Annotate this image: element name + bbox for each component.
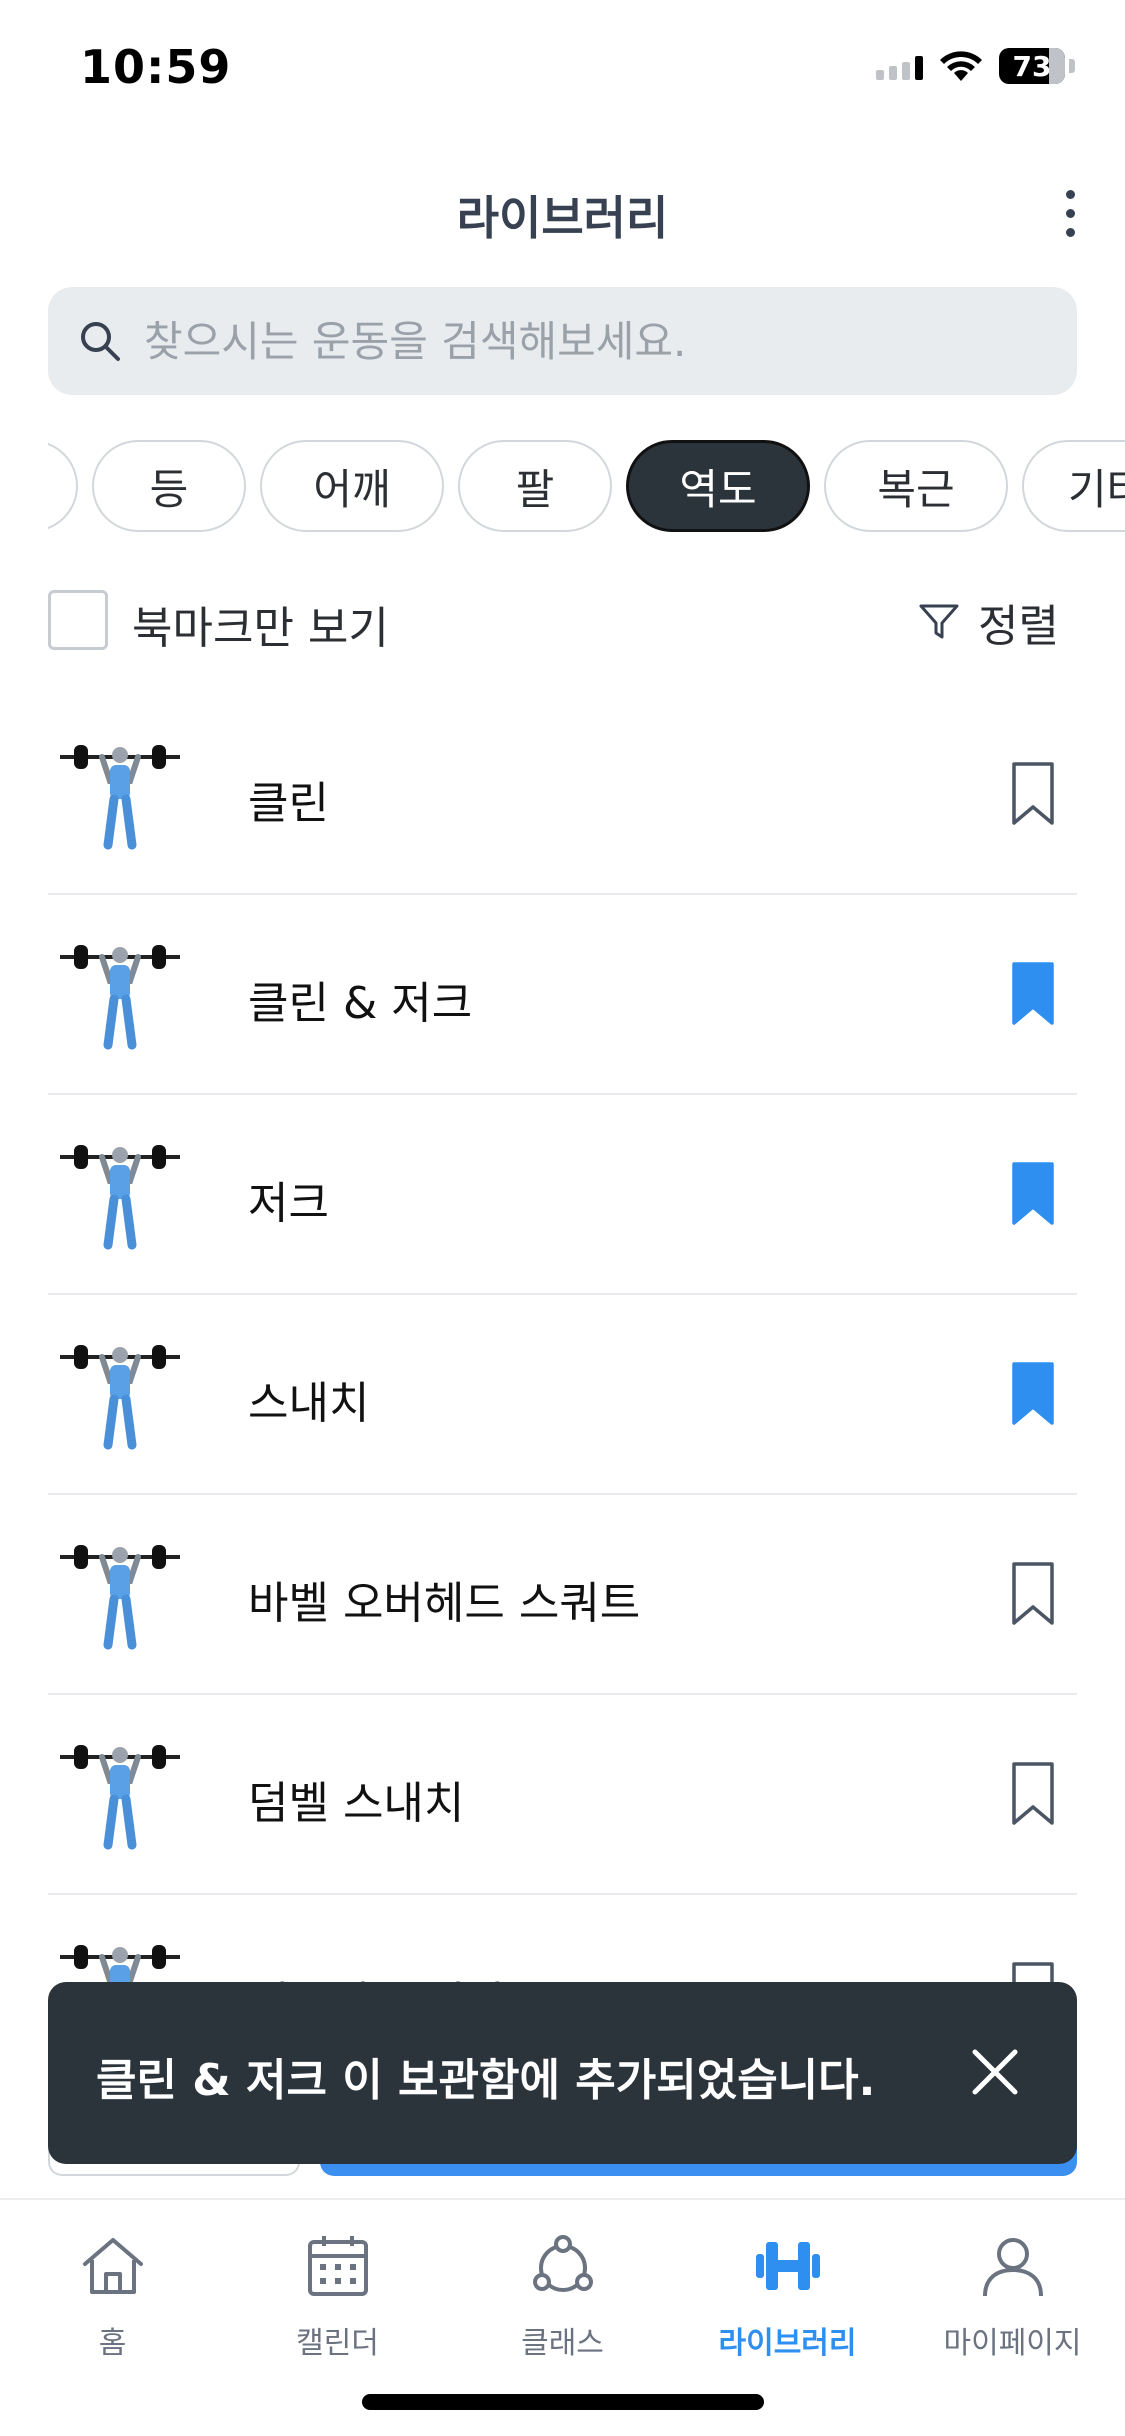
exercise-thumbnail [60,945,180,1050]
battery-cap [1069,59,1075,73]
bookmark-only-checkbox[interactable] [48,590,108,650]
bookmark-only-label[interactable]: 북마크만 보기 [132,592,389,656]
nav-calendar[interactable]: 캘린더 [225,2230,450,2380]
search-input[interactable] [144,316,1024,366]
dumbbell-icon [755,2242,820,2290]
exercise-name: 바벨 오버헤드 스쿼트 [248,1578,641,1629]
exercise-row[interactable]: 클린 & 저크 [48,895,1077,1095]
filter-row: 북마크만 보기 정렬 [48,590,1077,654]
home-indicator [362,2394,764,2410]
home-icon [82,2238,143,2294]
page-title: 라이브러리 [456,191,669,245]
header: 라이브러리 [0,160,1125,260]
cellular-signal-icon [876,52,923,80]
exercise-name: 클린 [248,778,329,829]
toast-notification: 클린 & 저크 이 보관함에 추가되었습니다. [48,1982,1077,2164]
search-bar[interactable] [48,287,1077,395]
exercise-thumbnail [60,1145,180,1250]
nav-class-label: 클래스 [521,2326,604,2361]
search-icon [81,322,120,361]
class-icon [532,2235,593,2292]
nav-home[interactable]: 홈 [0,2230,225,2380]
bookmark-icon[interactable] [1011,1761,1055,1827]
category-chip-shoulder[interactable]: 어깨 [260,440,444,532]
nav-library-label: 라이브러리 [718,2326,857,2361]
category-chip-abs[interactable]: 복근 [824,440,1008,532]
bookmark-filled-icon[interactable] [1011,1361,1055,1427]
more-vertical-icon [1065,189,1075,199]
exercise-thumbnail [60,1545,180,1650]
sort-button[interactable]: 정렬 [918,590,1059,654]
status-time: 10:59 [80,40,232,94]
calendar-icon [307,2236,368,2296]
category-chip-arm[interactable]: 팔 [458,440,612,532]
filter-funnel-icon [919,604,959,639]
status-icons: 73 [876,48,1075,84]
bookmark-icon[interactable] [1011,1561,1055,1627]
category-chip-back[interactable]: 등 [92,440,246,532]
sort-label: 정렬 [978,601,1059,652]
nav-library[interactable]: 라이브러리 [675,2230,900,2380]
category-chip-partial[interactable] [48,440,78,532]
exercise-name: 클린 & 저크 [248,978,473,1029]
exercise-list: 클린클린 & 저크저크스내치바벨 오버헤드 스쿼트덤벨 스내치케틀벨 스내치 [48,695,1077,2095]
exercise-name: 저크 [248,1178,329,1229]
bookmark-icon[interactable] [1011,761,1055,827]
nav-class[interactable]: 클래스 [450,2230,675,2380]
exercise-row[interactable]: 바벨 오버헤드 스쿼트 [48,1495,1077,1695]
exercise-name: 덤벨 스내치 [248,1778,465,1829]
exercise-row[interactable]: 덤벨 스내치 [48,1695,1077,1895]
status-bar: 10:59 73 [0,0,1125,140]
exercise-row[interactable]: 클린 [48,695,1077,895]
exercise-thumbnail [60,1745,180,1850]
battery-icon: 73 [999,48,1065,84]
profile-icon [982,2238,1043,2297]
close-icon[interactable] [967,2044,1023,2100]
category-filter: 등 어깨 팔 역도 복근 기타 [48,440,1125,532]
battery-level: 73 [1012,49,1052,83]
wifi-icon [940,51,982,81]
exercise-row[interactable]: 스내치 [48,1295,1077,1495]
toast-message: 클린 & 저크 이 보관함에 추가되었습니다. [96,2055,876,2106]
exercise-thumbnail [60,1345,180,1450]
category-chip-weightlifting[interactable]: 역도 [626,440,810,532]
nav-mypage-label: 마이페이지 [943,2326,1082,2361]
nav-calendar-label: 캘린더 [296,2326,379,2361]
exercise-thumbnail [60,745,180,850]
nav-home-label: 홈 [98,2326,127,2361]
category-chip-etc[interactable]: 기타 [1022,440,1125,532]
bookmark-filled-icon[interactable] [1011,961,1055,1027]
nav-mypage[interactable]: 마이페이지 [900,2230,1125,2380]
exercise-name: 스내치 [248,1378,370,1429]
exercise-row[interactable]: 저크 [48,1095,1077,1295]
more-options-button[interactable] [1045,178,1095,248]
bookmark-filled-icon[interactable] [1011,1161,1055,1227]
